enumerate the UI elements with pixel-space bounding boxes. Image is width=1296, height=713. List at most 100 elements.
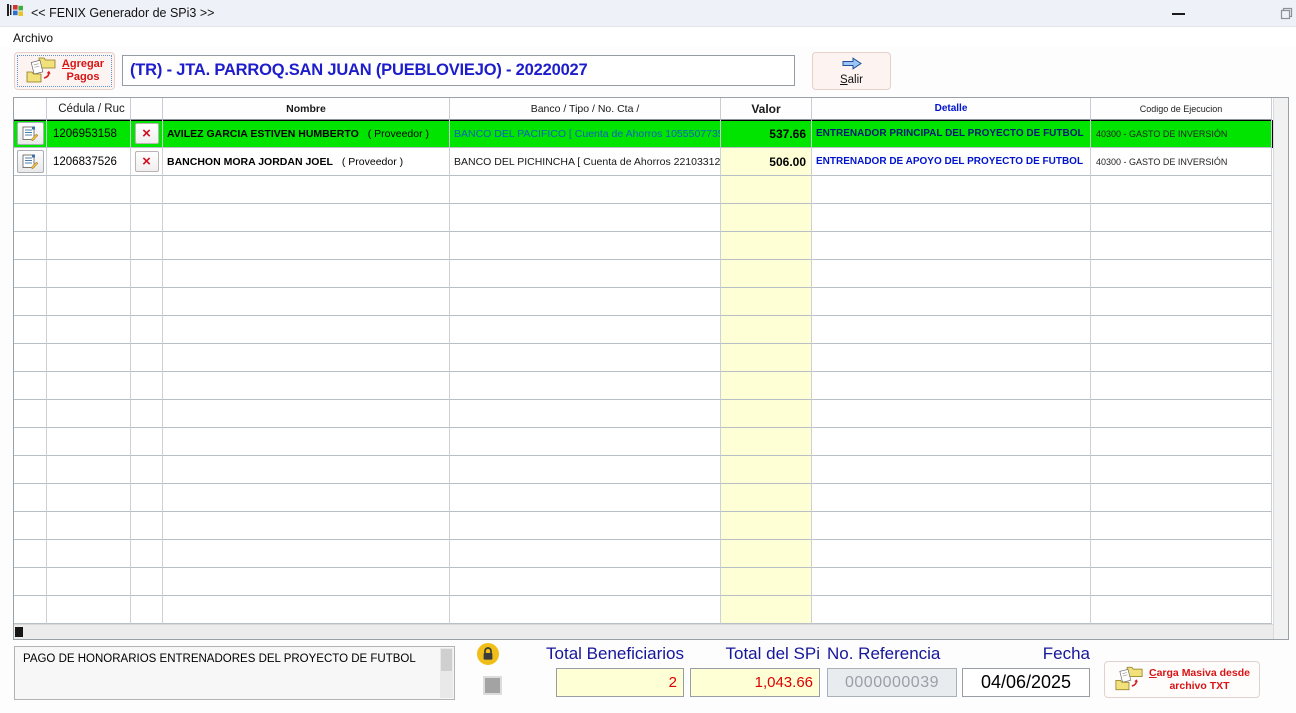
cell-valor (721, 288, 812, 316)
cell-delete (131, 372, 163, 400)
header-delete-col (131, 98, 163, 120)
agregar-pagos-label: Agregar Pagos (62, 58, 104, 84)
delete-row-button[interactable]: × (134, 123, 159, 144)
total-beneficiarios-value: 2 (668, 674, 677, 691)
minimize-button[interactable] (1172, 13, 1185, 15)
cell-nombre (163, 372, 450, 400)
table-row (14, 456, 1273, 484)
total-spi-value: 1,043.66 (754, 674, 813, 691)
cell-delete (131, 232, 163, 260)
cell-edit (14, 456, 47, 484)
observaciones-scroll-thumb[interactable] (441, 649, 452, 671)
entity-title-field[interactable]: (TR) - JTA. PARROQ.SAN JUAN (PUEBLOVIEJO… (122, 55, 795, 86)
cell-delete (131, 316, 163, 344)
cell-nombre (163, 288, 450, 316)
carga-masiva-button[interactable]: Carga Masiva desde archivo TXT (1104, 661, 1260, 698)
no-referencia-value: 0000000039 (845, 673, 939, 691)
total-spi-label: Total del SPi (725, 644, 821, 663)
cell-nombre (163, 260, 450, 288)
grid-horizontal-scrollbar[interactable] (14, 624, 1273, 639)
app-icon (7, 3, 24, 23)
agregar-pagos-button[interactable]: Agregar Pagos (14, 52, 115, 90)
cell-edit (14, 232, 47, 260)
observaciones-textarea[interactable]: PAGO DE HONORARIOS ENTRENADORES DEL PROY… (14, 646, 455, 700)
cell-edit (14, 288, 47, 316)
cell-detalle (812, 260, 1091, 288)
cell-banco (450, 316, 721, 344)
salir-button[interactable]: Salir (812, 52, 891, 90)
fecha-field[interactable]: 04/06/2025 (962, 668, 1090, 697)
cell-edit (14, 400, 47, 428)
cell-cedula (47, 512, 131, 540)
cell-banco (450, 540, 721, 568)
cell-detalle (812, 176, 1091, 204)
cell-cedula (47, 484, 131, 512)
table-row[interactable]: 1206953158 × AVILEZ GARCIA ESTIVEN HUMBERT… (14, 120, 1273, 148)
cell-detalle (812, 568, 1091, 596)
cell-cedula (47, 260, 131, 288)
edit-row-button[interactable] (16, 150, 44, 173)
cell-delete (131, 596, 163, 624)
cell-valor (721, 456, 812, 484)
cell-cedula (47, 176, 131, 204)
grid-hscroll-thumb[interactable] (15, 627, 23, 637)
header-nombre: Nombre (163, 98, 450, 120)
cell-codigo (1091, 596, 1272, 624)
cell-valor (721, 232, 812, 260)
cell-cedula (47, 540, 131, 568)
cell-detalle (812, 316, 1091, 344)
cell-delete (131, 204, 163, 232)
cell-cedula (47, 456, 131, 484)
gray-square-button[interactable] (483, 676, 502, 695)
grid-vertical-scrollbar[interactable] (1273, 98, 1288, 639)
table-row (14, 344, 1273, 372)
cell-valor (721, 512, 812, 540)
cell-codigo (1091, 540, 1272, 568)
tipo-text: ( Proveedor ) (341, 155, 404, 168)
cell-valor (721, 484, 812, 512)
cell-detalle (812, 288, 1091, 316)
table-row[interactable]: 1206837526 × BANCHON MORA JORDAN JOEL ( Pro… (14, 148, 1273, 176)
cell-delete (131, 456, 163, 484)
cell-codigo (1091, 232, 1272, 260)
delete-row-button[interactable]: × (134, 151, 159, 172)
cell-edit (14, 260, 47, 288)
header-banco: Banco / Tipo / No. Cta / (450, 98, 721, 120)
cell-detalle (812, 204, 1091, 232)
cell-detalle (812, 540, 1091, 568)
cell-edit (14, 428, 47, 456)
cell-codigo (1091, 400, 1272, 428)
restore-button[interactable] (1279, 6, 1294, 26)
cell-detalle (812, 512, 1091, 540)
cell-edit (14, 204, 47, 232)
cell-banco (450, 484, 721, 512)
cell-delete (131, 400, 163, 428)
add-payments-folder-icon (25, 56, 57, 87)
bulk-load-folder-icon (1114, 665, 1144, 695)
observaciones-scrollbar[interactable] (440, 648, 453, 698)
cell-banco (450, 204, 721, 232)
cell-codigo (1091, 260, 1272, 288)
fecha-value: 04/06/2025 (980, 672, 1072, 692)
cell-valor (721, 400, 812, 428)
cell-nombre (163, 512, 450, 540)
header-cedula: Cédula / Ruc (47, 98, 131, 120)
table-row (14, 232, 1273, 260)
cell-cedula (47, 372, 131, 400)
nombre-text: BANCHON MORA JORDAN JOEL (167, 155, 333, 168)
lock-icon[interactable] (477, 643, 499, 665)
exit-arrow-icon (842, 56, 862, 73)
cell-nombre (163, 428, 450, 456)
cell-nombre (163, 400, 450, 428)
table-row (14, 400, 1273, 428)
grid-header: Cédula / Ruc Nombre Banco / Tipo / No. C… (14, 98, 1273, 120)
cell-delete (131, 484, 163, 512)
header-detalle: Detalle (812, 98, 1091, 120)
menu-archivo[interactable]: Archivo (9, 30, 57, 46)
cell-cedula: 1206953158 (47, 120, 131, 148)
total-beneficiarios-label: Total Beneficiarios (546, 644, 684, 663)
cell-valor (721, 204, 812, 232)
edit-row-button[interactable] (16, 122, 44, 145)
cell-delete (131, 288, 163, 316)
title-bar: << FENIX Generador de SPi3 >> (0, 0, 1296, 27)
